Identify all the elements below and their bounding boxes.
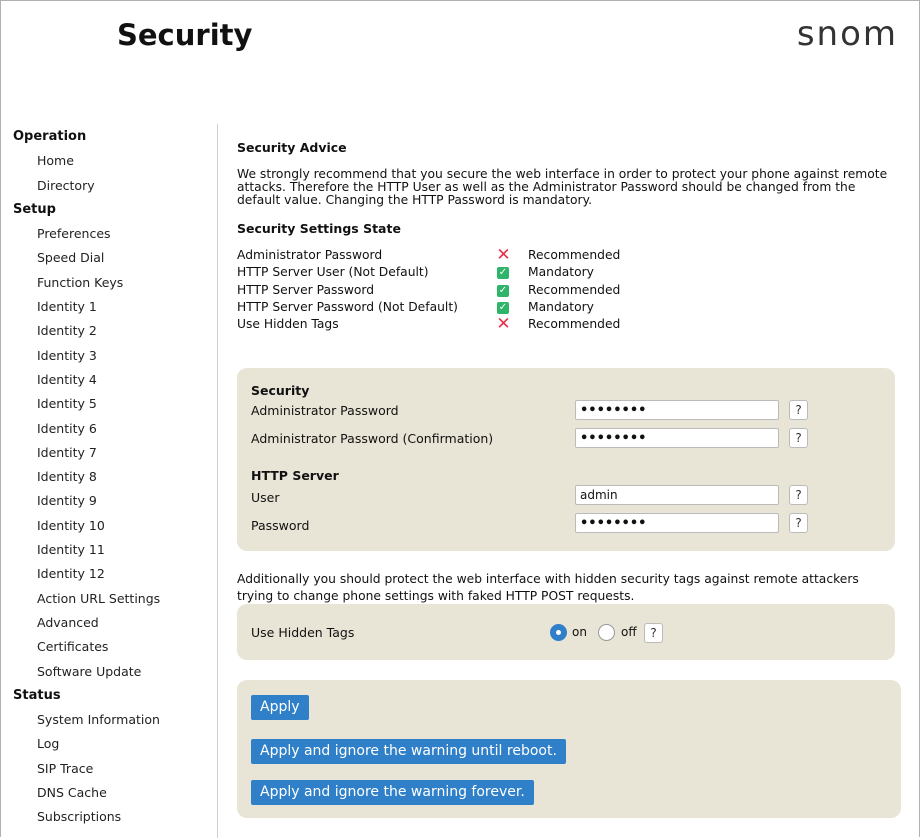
sidebar-item-function-keys[interactable]: Function Keys bbox=[13, 273, 213, 297]
sidebar-item-dns-cache[interactable]: DNS Cache bbox=[13, 783, 213, 807]
sidebar-item-preferences[interactable]: Preferences bbox=[13, 224, 213, 248]
sidebar-item-log[interactable]: Log bbox=[13, 734, 213, 758]
state-row: Use Hidden Tags ✕ Recommended bbox=[237, 316, 897, 333]
security-advice-text: We strongly recommend that you secure th… bbox=[237, 167, 888, 207]
cross-icon: ✕ bbox=[496, 314, 511, 335]
sidebar-item-speed-dial[interactable]: Speed Dial bbox=[13, 248, 213, 272]
sidebar-item-identity-7[interactable]: Identity 7 bbox=[13, 443, 213, 467]
state-row: HTTP Server User (Not Default) ✓ Mandatory bbox=[237, 264, 897, 281]
apply-panel: Apply Apply and ignore the warning until… bbox=[237, 680, 901, 818]
state-row: HTTP Server Password (Not Default) ✓ Manda… bbox=[237, 299, 897, 316]
admin-password-confirm-field[interactable] bbox=[575, 428, 779, 448]
sidebar-item-identity-1[interactable]: Identity 1 bbox=[13, 297, 213, 321]
state-label: Administrator Password bbox=[237, 248, 383, 262]
use-hidden-tags-label: Use Hidden Tags bbox=[251, 625, 355, 640]
sidebar-item-identity-11[interactable]: Identity 11 bbox=[13, 540, 213, 564]
http-user-help-button[interactable]: ? bbox=[789, 485, 808, 505]
apply-forever-button[interactable]: Apply and ignore the warning forever. bbox=[251, 780, 534, 805]
sidebar-item-identity-8[interactable]: Identity 8 bbox=[13, 467, 213, 491]
apply-button[interactable]: Apply bbox=[251, 695, 309, 720]
state-status: Recommended bbox=[528, 248, 621, 262]
sidebar-item-system-information[interactable]: System Information bbox=[13, 710, 213, 734]
admin-password-field[interactable] bbox=[575, 400, 779, 420]
security-section-heading: Security bbox=[251, 383, 310, 398]
admin-password-help-button[interactable]: ? bbox=[789, 400, 808, 420]
hidden-tags-explanation: Additionally you should protect the web … bbox=[237, 572, 859, 603]
sidebar-item-identity-6[interactable]: Identity 6 bbox=[13, 419, 213, 443]
security-state-heading: Security Settings State bbox=[237, 221, 401, 236]
http-password-field[interactable] bbox=[575, 513, 779, 533]
state-row: HTTP Server Password ✓ Recommended bbox=[237, 282, 897, 299]
snom-logo: snom bbox=[796, 14, 898, 54]
state-row: Administrator Password ✕ Recommended bbox=[237, 247, 897, 264]
state-status: Mandatory bbox=[528, 299, 594, 314]
hidden-tags-on-radio[interactable] bbox=[550, 624, 567, 641]
sidebar-item-identity-9[interactable]: Identity 9 bbox=[13, 491, 213, 515]
security-state-table: Administrator Password ✕ Recommended HTTP S… bbox=[237, 247, 897, 333]
state-status: Recommended bbox=[528, 282, 621, 297]
sidebar-item-identity-12[interactable]: Identity 12 bbox=[13, 564, 213, 588]
sidebar-item-identity-2[interactable]: Identity 2 bbox=[13, 321, 213, 345]
sidebar: Operation Home Directory Setup Preferences Sp… bbox=[13, 127, 213, 832]
state-status: Mandatory bbox=[528, 265, 594, 280]
hidden-tags-on-label: on bbox=[572, 625, 587, 639]
check-icon: ✓ bbox=[497, 284, 509, 297]
sidebar-item-identity-5[interactable]: Identity 5 bbox=[13, 394, 213, 418]
http-user-field[interactable] bbox=[575, 485, 779, 505]
state-label: HTTP Server Password bbox=[237, 282, 375, 297]
security-settings-panel: Security Administrator Password ? Admini… bbox=[237, 368, 895, 551]
hidden-tags-off-radio[interactable] bbox=[598, 624, 615, 641]
apply-until-reboot-button[interactable]: Apply and ignore the warning until reboo… bbox=[251, 739, 566, 764]
sidebar-group-status: Status bbox=[13, 687, 61, 703]
cross-icon: ✕ bbox=[496, 245, 511, 265]
state-label: Use Hidden Tags bbox=[237, 317, 339, 332]
http-user-label: User bbox=[251, 490, 280, 505]
http-password-help-button[interactable]: ? bbox=[789, 513, 808, 533]
sidebar-item-software-update[interactable]: Software Update bbox=[13, 662, 213, 686]
sidebar-item-identity-10[interactable]: Identity 10 bbox=[13, 516, 213, 540]
security-advice-heading: Security Advice bbox=[237, 140, 347, 155]
main-content: Security Advice We strongly recommend th… bbox=[237, 140, 897, 333]
check-icon: ✓ bbox=[497, 267, 509, 280]
sidebar-item-certificates[interactable]: Certificates bbox=[13, 637, 213, 661]
sidebar-divider bbox=[217, 124, 218, 838]
sidebar-group-operation: Operation bbox=[13, 129, 87, 144]
admin-password-label: Administrator Password bbox=[251, 403, 399, 418]
state-label: HTTP Server User (Not Default) bbox=[237, 265, 429, 280]
sidebar-item-sip-trace[interactable]: SIP Trace bbox=[13, 759, 213, 783]
sidebar-item-advanced[interactable]: Advanced bbox=[13, 613, 213, 637]
hidden-tags-help-button[interactable]: ? bbox=[644, 623, 663, 643]
http-password-label: Password bbox=[251, 518, 310, 533]
sidebar-item-identity-3[interactable]: Identity 3 bbox=[13, 346, 213, 370]
check-icon: ✓ bbox=[497, 301, 509, 314]
sidebar-item-identity-4[interactable]: Identity 4 bbox=[13, 370, 213, 394]
http-server-heading: HTTP Server bbox=[251, 468, 339, 483]
hidden-tags-panel: Use Hidden Tags on off ? bbox=[237, 604, 895, 660]
sidebar-group-setup: Setup bbox=[13, 201, 56, 217]
state-label: HTTP Server Password (Not Default) bbox=[237, 299, 458, 314]
admin-password-confirm-label: Administrator Password (Confirmation) bbox=[251, 431, 494, 446]
sidebar-item-subscriptions[interactable]: Subscriptions bbox=[13, 807, 213, 831]
sidebar-item-home[interactable]: Home bbox=[13, 151, 213, 175]
page-title: Security bbox=[117, 18, 253, 52]
sidebar-item-directory[interactable]: Directory bbox=[13, 176, 213, 200]
admin-password-confirm-help-button[interactable]: ? bbox=[789, 428, 808, 448]
sidebar-item-action-url-settings[interactable]: Action URL Settings bbox=[13, 589, 213, 613]
state-status: Recommended bbox=[528, 317, 621, 332]
hidden-tags-off-label: off bbox=[621, 625, 637, 639]
